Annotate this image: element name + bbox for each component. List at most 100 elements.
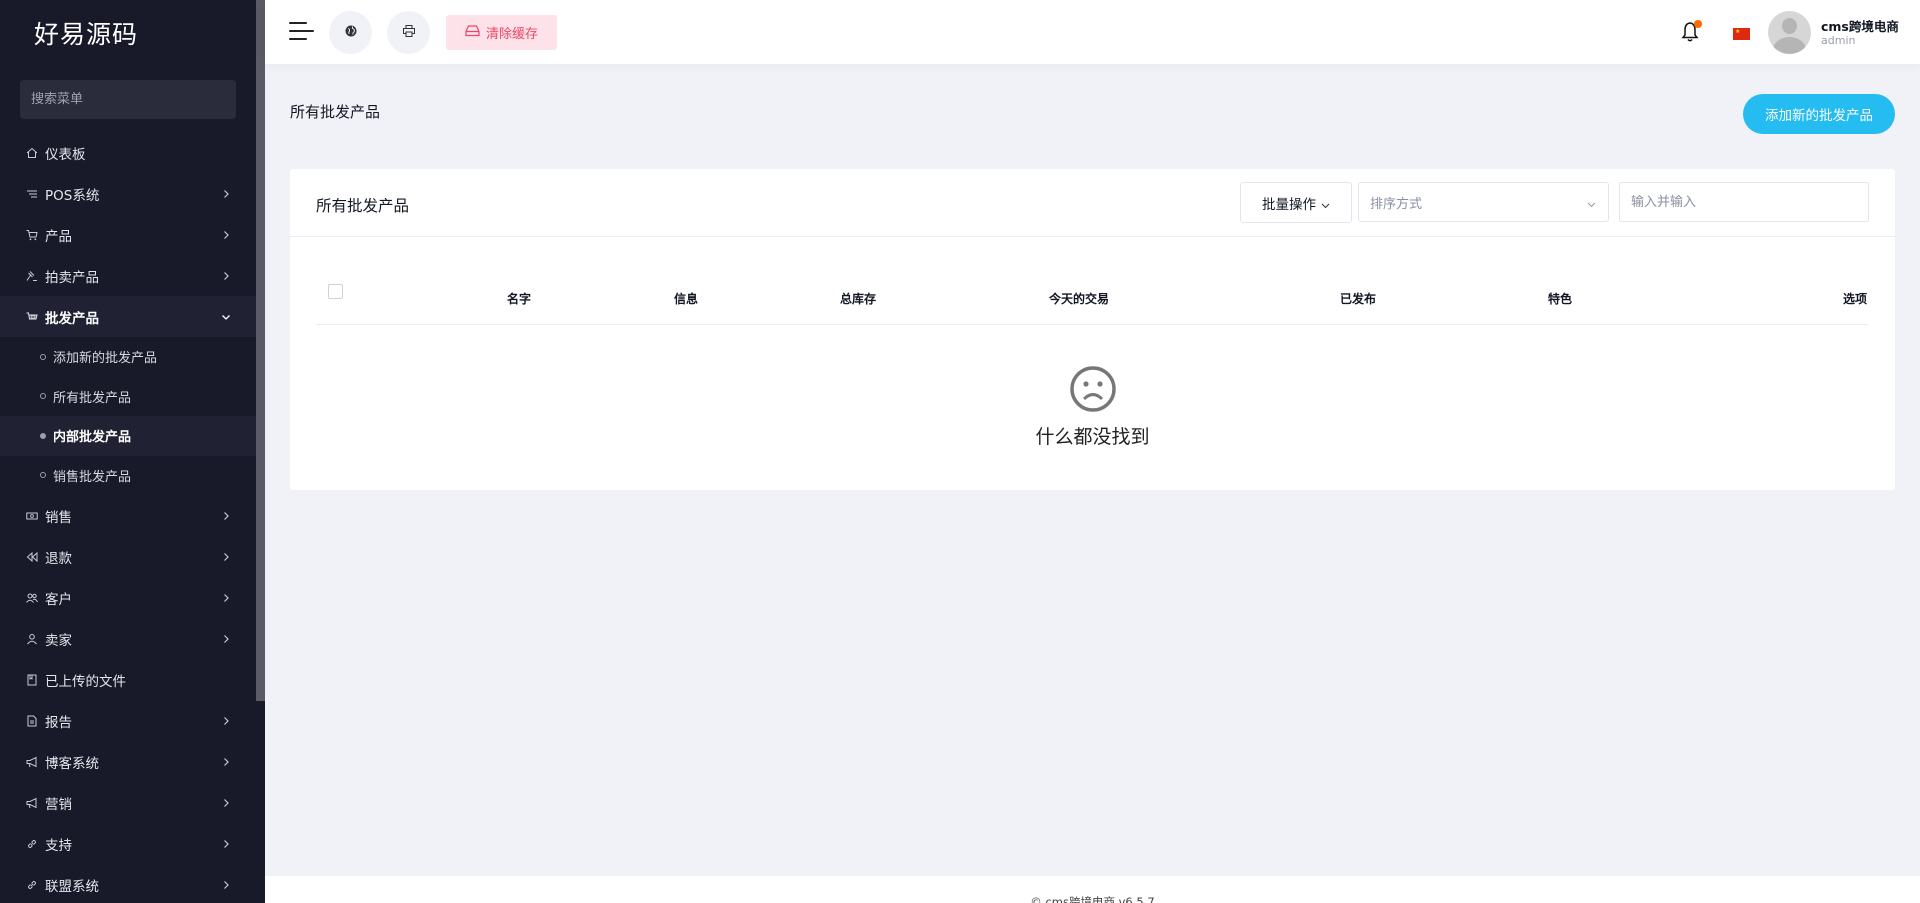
bullet-icon — [40, 353, 46, 360]
file-icon — [26, 715, 38, 727]
chevron-down-icon — [221, 312, 231, 322]
sidebar: 好易源码 仪表板 POS系统 产品 拍卖产品 批发产品 — [0, 0, 265, 903]
submenu-item-label: 所有批发产品 — [53, 390, 132, 406]
chevron-right-icon — [221, 716, 231, 726]
globe-icon — [344, 23, 358, 42]
browse-website-button[interactable] — [329, 11, 372, 54]
submenu-item-inhouse-wholesale[interactable]: 内部批发产品 — [0, 416, 265, 456]
bullhorn-icon — [26, 756, 38, 768]
footer: © cms跨境电商 v6.5.7 — [265, 876, 1920, 903]
chevron-right-icon — [221, 511, 231, 521]
chevron-right-icon — [221, 189, 231, 199]
sidebar-item-label: 销售 — [45, 509, 72, 526]
sidebar-item-refunds[interactable]: 退款 — [0, 536, 265, 577]
link-icon — [26, 838, 38, 850]
column-header-info[interactable]: 信息 — [674, 290, 698, 307]
sidebar-item-label: 退款 — [45, 550, 72, 567]
clear-cache-button[interactable]: 清除缓存 — [446, 15, 557, 50]
china-flag-icon[interactable]: ★ — [1733, 28, 1750, 40]
bell-icon — [1680, 22, 1700, 47]
submenu-item-label: 添加新的批发产品 — [53, 351, 158, 367]
sidebar-item-label: 支持 — [45, 837, 72, 854]
sidebar-item-uploaded-files[interactable]: 已上传的文件 — [0, 659, 265, 700]
hdd-icon — [465, 24, 486, 41]
sidebar-item-wholesale[interactable]: 批发产品 — [0, 296, 265, 337]
wholesale-icon — [26, 311, 38, 323]
sidebar-item-support[interactable]: 支持 — [0, 823, 265, 864]
sidebar-item-marketing[interactable]: 营销 — [0, 782, 265, 823]
user-name[interactable]: cms跨境电商 — [1821, 16, 1899, 35]
sidebar-item-label: 营销 — [45, 796, 72, 813]
chevron-down-icon — [1587, 198, 1596, 208]
submenu-item-label: 销售批发产品 — [53, 469, 132, 485]
bulk-action-label: 批量操作 — [1262, 196, 1316, 213]
bulk-action-dropdown[interactable]: 批量操作 — [1240, 182, 1352, 223]
chevron-right-icon — [221, 230, 231, 240]
sidebar-item-label: 已上传的文件 — [45, 673, 126, 690]
page-title: 所有批发产品 — [290, 103, 381, 121]
column-header-published[interactable]: 已发布 — [1340, 290, 1376, 307]
menu-toggle-icon[interactable] — [289, 22, 314, 42]
bullet-icon — [40, 472, 46, 479]
submenu-item-seller-wholesale[interactable]: 销售批发产品 — [0, 456, 265, 496]
submenu-item-label: 内部批发产品 — [53, 430, 132, 446]
submenu-item-all-wholesale[interactable]: 所有批发产品 — [0, 377, 265, 417]
brand-logo[interactable]: 好易源码 — [0, 0, 265, 66]
chevron-right-icon — [221, 880, 231, 890]
card-header: 所有批发产品 批量操作 排序方式 — [290, 169, 1895, 237]
sidebar-item-reports[interactable]: 报告 — [0, 700, 265, 741]
table-header: 名字 信息 总库存 今天的交易 已发布 特色 选项 — [316, 269, 1869, 325]
sidebar-item-blog[interactable]: 博客系统 — [0, 741, 265, 782]
bullhorn-icon — [26, 797, 38, 809]
sidebar-item-pos[interactable]: POS系统 — [0, 173, 265, 214]
chevron-right-icon — [221, 839, 231, 849]
sidebar-item-label: 博客系统 — [45, 755, 99, 772]
chevron-right-icon — [221, 757, 231, 767]
home-icon — [26, 147, 38, 159]
users-icon — [26, 592, 38, 604]
column-header-name[interactable]: 名字 — [507, 290, 531, 307]
sidebar-item-sellers[interactable]: 卖家 — [0, 618, 265, 659]
avatar[interactable] — [1768, 11, 1811, 54]
sidebar-item-sales[interactable]: 销售 — [0, 495, 265, 536]
chevron-right-icon — [221, 593, 231, 603]
sidebar-item-customers[interactable]: 客户 — [0, 577, 265, 618]
notifications-button[interactable] — [1680, 20, 1702, 43]
sidebar-item-affiliate[interactable]: 联盟系统 — [0, 864, 265, 903]
column-header-total-stock[interactable]: 总库存 — [840, 290, 876, 307]
sidebar-item-label: 拍卖产品 — [45, 269, 99, 286]
gavel-icon — [26, 270, 38, 282]
sidebar-item-auction[interactable]: 拍卖产品 — [0, 255, 265, 296]
submenu-item-add-wholesale[interactable]: 添加新的批发产品 — [0, 337, 265, 377]
sidebar-scrollbar[interactable] — [256, 0, 265, 701]
sidebar-item-label: 仪表板 — [45, 146, 86, 163]
sidebar-item-products[interactable]: 产品 — [0, 214, 265, 255]
column-header-options[interactable]: 选项 — [1843, 290, 1867, 307]
wholesale-submenu: 添加新的批发产品 所有批发产品 内部批发产品 销售批发产品 — [0, 337, 265, 495]
sidebar-item-label: 报告 — [45, 714, 72, 731]
sidebar-item-label: 批发产品 — [45, 310, 99, 327]
sidebar-item-label: 产品 — [45, 228, 72, 245]
chevron-right-icon — [221, 798, 231, 808]
chevron-right-icon — [221, 634, 231, 644]
sidebar-menu: 仪表板 POS系统 产品 拍卖产品 批发产品 添加新的批发产品 所有批发产品 内… — [0, 132, 265, 903]
chevron-right-icon — [221, 552, 231, 562]
sort-select[interactable]: 排序方式 — [1358, 182, 1609, 222]
notification-badge — [1694, 20, 1702, 28]
bullet-icon — [40, 432, 46, 439]
card-title: 所有批发产品 — [316, 197, 410, 215]
link-icon — [26, 879, 38, 891]
add-wholesale-product-button[interactable]: 添加新的批发产品 — [1743, 94, 1895, 134]
pos-print-button[interactable] — [387, 11, 430, 54]
money-icon — [26, 510, 38, 522]
menu-search-input[interactable] — [20, 80, 236, 119]
sidebar-item-label: POS系统 — [45, 187, 100, 204]
printer-icon — [402, 23, 416, 42]
search-input[interactable] — [1619, 182, 1869, 222]
column-header-todays-deal[interactable]: 今天的交易 — [1049, 290, 1109, 307]
column-header-featured[interactable]: 特色 — [1548, 290, 1572, 307]
topbar: 清除缓存 ★ cms跨境电商 admin — [265, 0, 1920, 64]
sidebar-item-dashboard[interactable]: 仪表板 — [0, 132, 265, 173]
select-all-checkbox[interactable] — [328, 284, 343, 299]
folder-icon — [26, 674, 38, 686]
